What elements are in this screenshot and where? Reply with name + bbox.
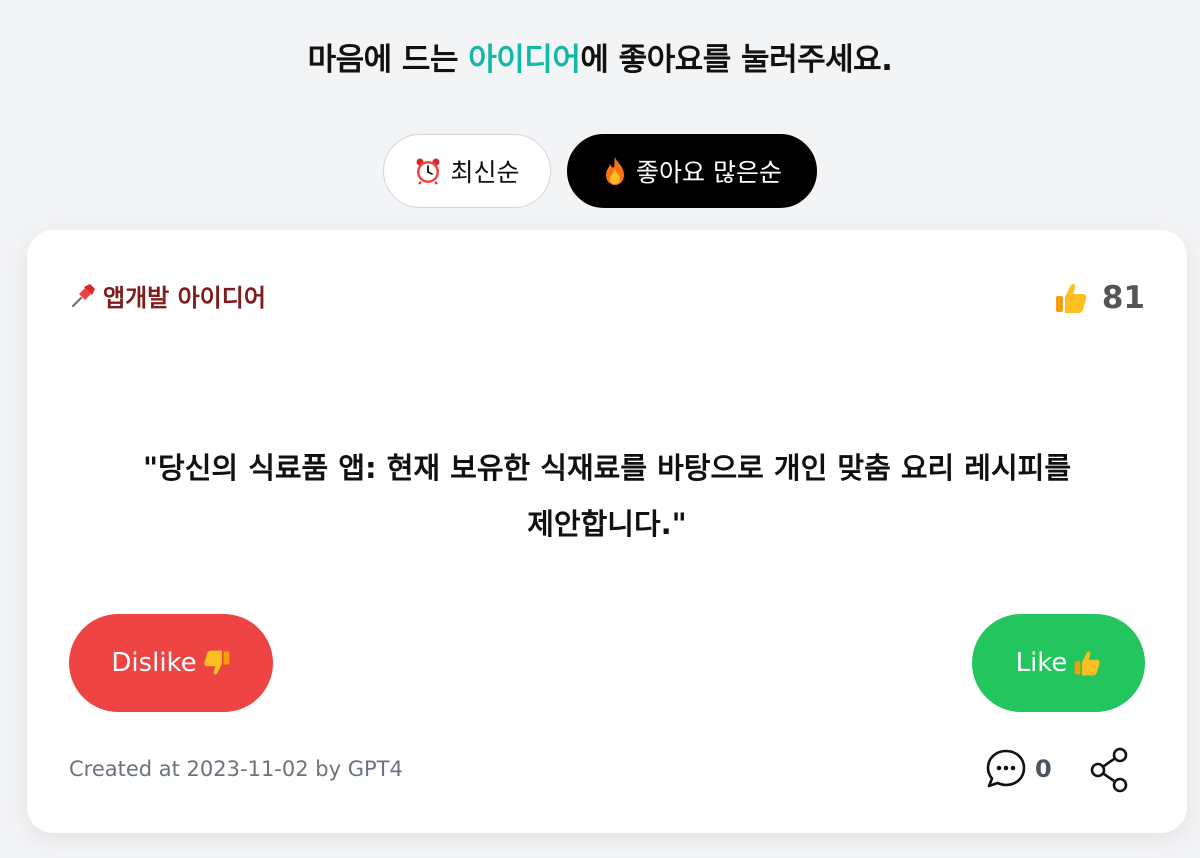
fire-icon <box>602 156 628 186</box>
thumbs-down-icon <box>203 649 231 677</box>
thumbs-up-icon <box>1054 281 1088 315</box>
sort-latest-button[interactable]: 최신순 <box>383 134 551 208</box>
dislike-label: Dislike <box>111 648 197 678</box>
like-count: 81 <box>1054 280 1145 316</box>
headline-accent: 아이디어 <box>468 42 581 78</box>
idea-category: 앱개발 아이디어 <box>69 278 266 313</box>
sort-toggle: 최신순 좋아요 많은순 <box>0 134 1200 208</box>
sort-popular-button[interactable]: 좋아요 많은순 <box>567 134 817 208</box>
like-button[interactable]: Like <box>972 614 1145 712</box>
idea-text: "당신의 식료품 앱: 현재 보유한 식재료를 바탕으로 개인 맞춤 요리 레시… <box>142 451 1072 541</box>
page-headline: 마음에 드는 아이디어에 좋아요를 눌러주세요. <box>0 34 1200 79</box>
sort-popular-label: 좋아요 많은순 <box>636 158 782 187</box>
idea-card: 앱개발 아이디어 81 "당신의 식료품 앱: 현재 보유한 식재료를 바탕으로… <box>27 230 1187 833</box>
comment-count: 0 <box>1035 755 1052 783</box>
pushpin-icon <box>69 282 97 310</box>
comment-icon <box>985 748 1027 790</box>
comment-button[interactable]: 0 <box>985 748 1052 790</box>
idea-category-label: 앱개발 아이디어 <box>103 284 266 312</box>
share-icon <box>1090 747 1128 793</box>
alarm-clock-icon <box>414 157 442 185</box>
headline-suffix: 에 좋아요를 눌러주세요. <box>580 42 893 78</box>
like-count-value: 81 <box>1101 280 1145 316</box>
created-info: Created at 2023-11-02 by GPT4 <box>69 757 403 781</box>
dislike-button[interactable]: Dislike <box>69 614 273 712</box>
like-label: Like <box>1015 648 1068 678</box>
thumbs-up-icon <box>1073 649 1101 677</box>
sort-latest-label: 최신순 <box>450 158 520 187</box>
share-button[interactable] <box>1087 746 1131 794</box>
headline-prefix: 마음에 드는 <box>307 42 469 78</box>
